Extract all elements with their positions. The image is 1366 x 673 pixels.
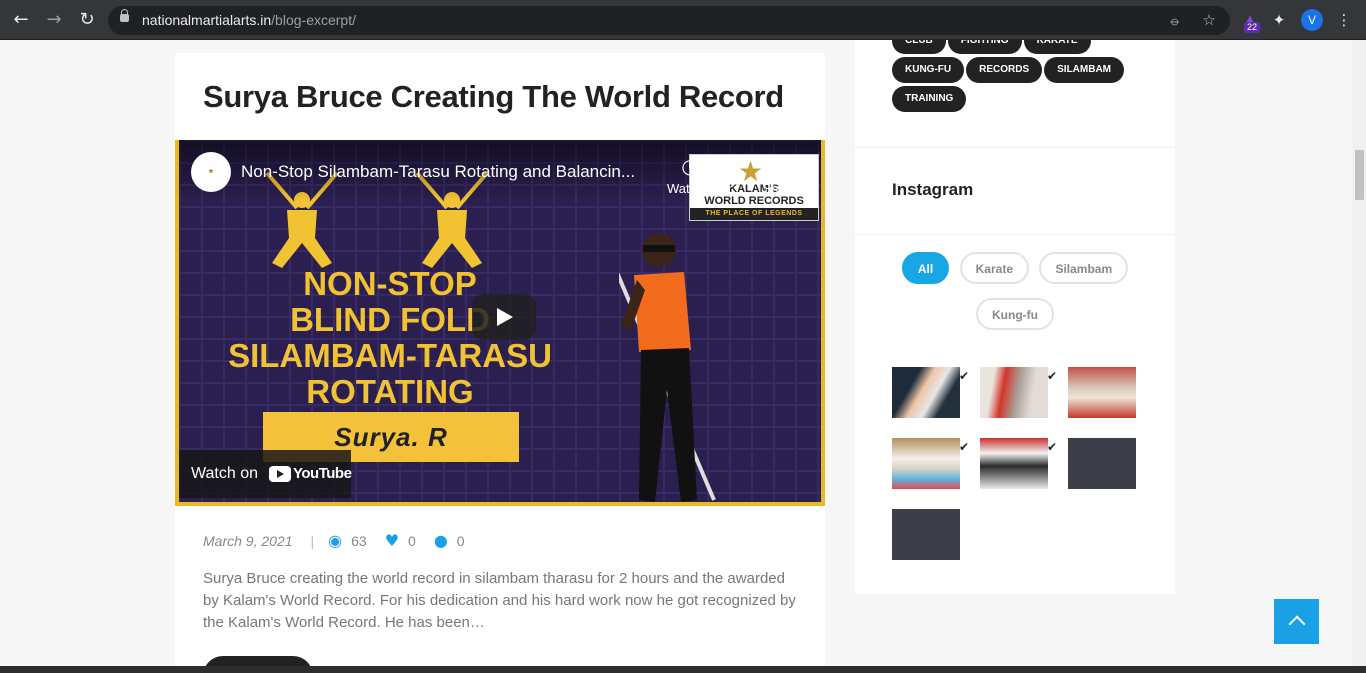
eye-icon: ◉: [328, 531, 343, 550]
sidebar: Club Fighting Karate Kung-fu Records Silamba…: [855, 40, 1175, 594]
share-button[interactable]: ➦ Share: [757, 154, 803, 196]
comments-value: 0: [456, 532, 465, 549]
views-value: 63: [351, 532, 367, 549]
watch-on-label: Watch on: [191, 465, 258, 482]
watch-later-label: Watch later: [667, 181, 733, 196]
meta-divider: |: [310, 532, 315, 549]
read-more-button[interactable]: [203, 656, 313, 666]
section-divider: [855, 147, 1175, 148]
channel-logo[interactable]: ★: [191, 152, 231, 192]
youtube-play-icon: [269, 466, 291, 482]
star-bookmark-icon[interactable]: ☆: [1198, 9, 1220, 31]
scroll-to-top-button[interactable]: [1274, 599, 1319, 644]
tag-silambam[interactable]: Silambam: [1044, 57, 1125, 83]
post-meta: March 9, 2021 | ◉ 63 ♥ 0 ● 0: [203, 531, 483, 550]
check-icon: ✔: [959, 440, 970, 454]
tag-records[interactable]: Records: [966, 57, 1043, 83]
share-label: Share: [762, 181, 798, 196]
instagram-heading: Instagram: [892, 180, 974, 199]
reload-icon[interactable]: ↻: [75, 8, 99, 32]
tag-karate[interactable]: Karate: [1023, 40, 1091, 54]
watch-on-youtube-button[interactable]: Watch on YouTube: [179, 450, 352, 498]
comment-bubble-icon: ●: [433, 531, 448, 550]
blog-post-card: Surya Bruce Creating The World Record ★ …: [175, 53, 825, 666]
play-button[interactable]: [472, 294, 536, 340]
likes-value: 0: [408, 532, 416, 549]
headline-line-4: ROTATING: [306, 373, 474, 410]
bottom-bar: [0, 666, 1366, 673]
section-divider: [855, 234, 1175, 235]
filter-silambam[interactable]: Silambam: [1039, 252, 1129, 284]
tag-cloud: Club Fighting Karate Kung-fu Records Silamba…: [892, 40, 1162, 115]
eye-off-icon[interactable]: ⦵: [1164, 9, 1186, 31]
video-embed[interactable]: ★ Non-Stop Silambam-Tarasu Rotating and …: [175, 140, 825, 506]
filter-kung-fu[interactable]: Kung-fu: [976, 298, 1054, 330]
heart-icon[interactable]: ♥: [385, 531, 399, 550]
watch-later-button[interactable]: ◷ Watch later: [667, 154, 733, 196]
instagram-photo[interactable]: [1068, 438, 1136, 489]
instagram-photo[interactable]: [892, 438, 960, 489]
youtube-logo: YouTube: [269, 463, 352, 485]
instagram-photo[interactable]: [1068, 367, 1136, 418]
check-icon: ✔: [1047, 440, 1058, 454]
likes-count[interactable]: ♥ 0: [385, 531, 416, 550]
athlete-figure: [619, 233, 716, 502]
profile-avatar[interactable]: V: [1301, 9, 1323, 31]
tag-club[interactable]: Club: [892, 40, 946, 54]
extension-badge: 22: [1244, 22, 1261, 33]
post-excerpt: Surya Bruce creating the world record in…: [203, 570, 796, 631]
youtube-wordmark: YouTube: [293, 465, 352, 482]
url-path: /blog-excerpt/: [271, 12, 356, 28]
url-text[interactable]: nationalmartialarts.in/blog-excerpt/: [142, 12, 356, 28]
back-arrow-icon[interactable]: ←: [9, 8, 33, 32]
browser-toolbar: ← → ↻ nationalmartialarts.in/blog-excerp…: [0, 0, 1366, 40]
check-icon: ✔: [959, 369, 970, 383]
tag-kung-fu[interactable]: Kung-fu: [892, 57, 965, 83]
scrollbar-thumb[interactable]: [1355, 150, 1364, 200]
check-icon: ✔: [1047, 369, 1058, 383]
tag-fighting[interactable]: Fighting: [947, 40, 1022, 54]
brand-tagline: THE PLACE OF LEGENDS: [690, 208, 818, 220]
kebab-menu-icon[interactable]: ⋮: [1333, 9, 1355, 31]
views-count: ◉ 63: [328, 531, 367, 550]
instagram-photo[interactable]: [892, 509, 960, 560]
url-host: nationalmartialarts.in: [142, 12, 272, 28]
instagram-photo[interactable]: [980, 367, 1048, 418]
instagram-photo[interactable]: [892, 367, 960, 418]
filter-all[interactable]: All: [901, 252, 950, 284]
video-title[interactable]: Non-Stop Silambam-Tarasu Rotating and Ba…: [241, 162, 635, 182]
clock-icon: ◷: [681, 154, 699, 178]
tag-training[interactable]: Training: [892, 86, 967, 112]
post-date[interactable]: March 9, 2021: [203, 533, 293, 549]
forward-arrow-icon[interactable]: →: [42, 8, 66, 32]
vertical-scrollbar[interactable]: [1352, 40, 1366, 666]
instagram-filters: All Karate Silambam Kung-fu: [855, 252, 1175, 344]
page-content: Surya Bruce Creating The World Record ★ …: [0, 40, 1352, 666]
headline-line-3: SILAMBAM-TARASU: [228, 337, 552, 374]
filter-karate[interactable]: Karate: [959, 252, 1029, 284]
brand-line2: WORLD RECORDS: [704, 195, 804, 207]
instagram-photo[interactable]: [980, 438, 1048, 489]
comments-count[interactable]: ● 0: [434, 531, 465, 550]
share-arrow-icon: ➦: [771, 154, 789, 178]
address-bar[interactable]: nationalmartialarts.in/blog-excerpt/ ⦵ ☆: [108, 6, 1230, 35]
puzzle-extensions-icon[interactable]: ✦: [1268, 9, 1290, 31]
lock-icon[interactable]: [120, 9, 129, 22]
post-title[interactable]: Surya Bruce Creating The World Record: [203, 79, 784, 115]
